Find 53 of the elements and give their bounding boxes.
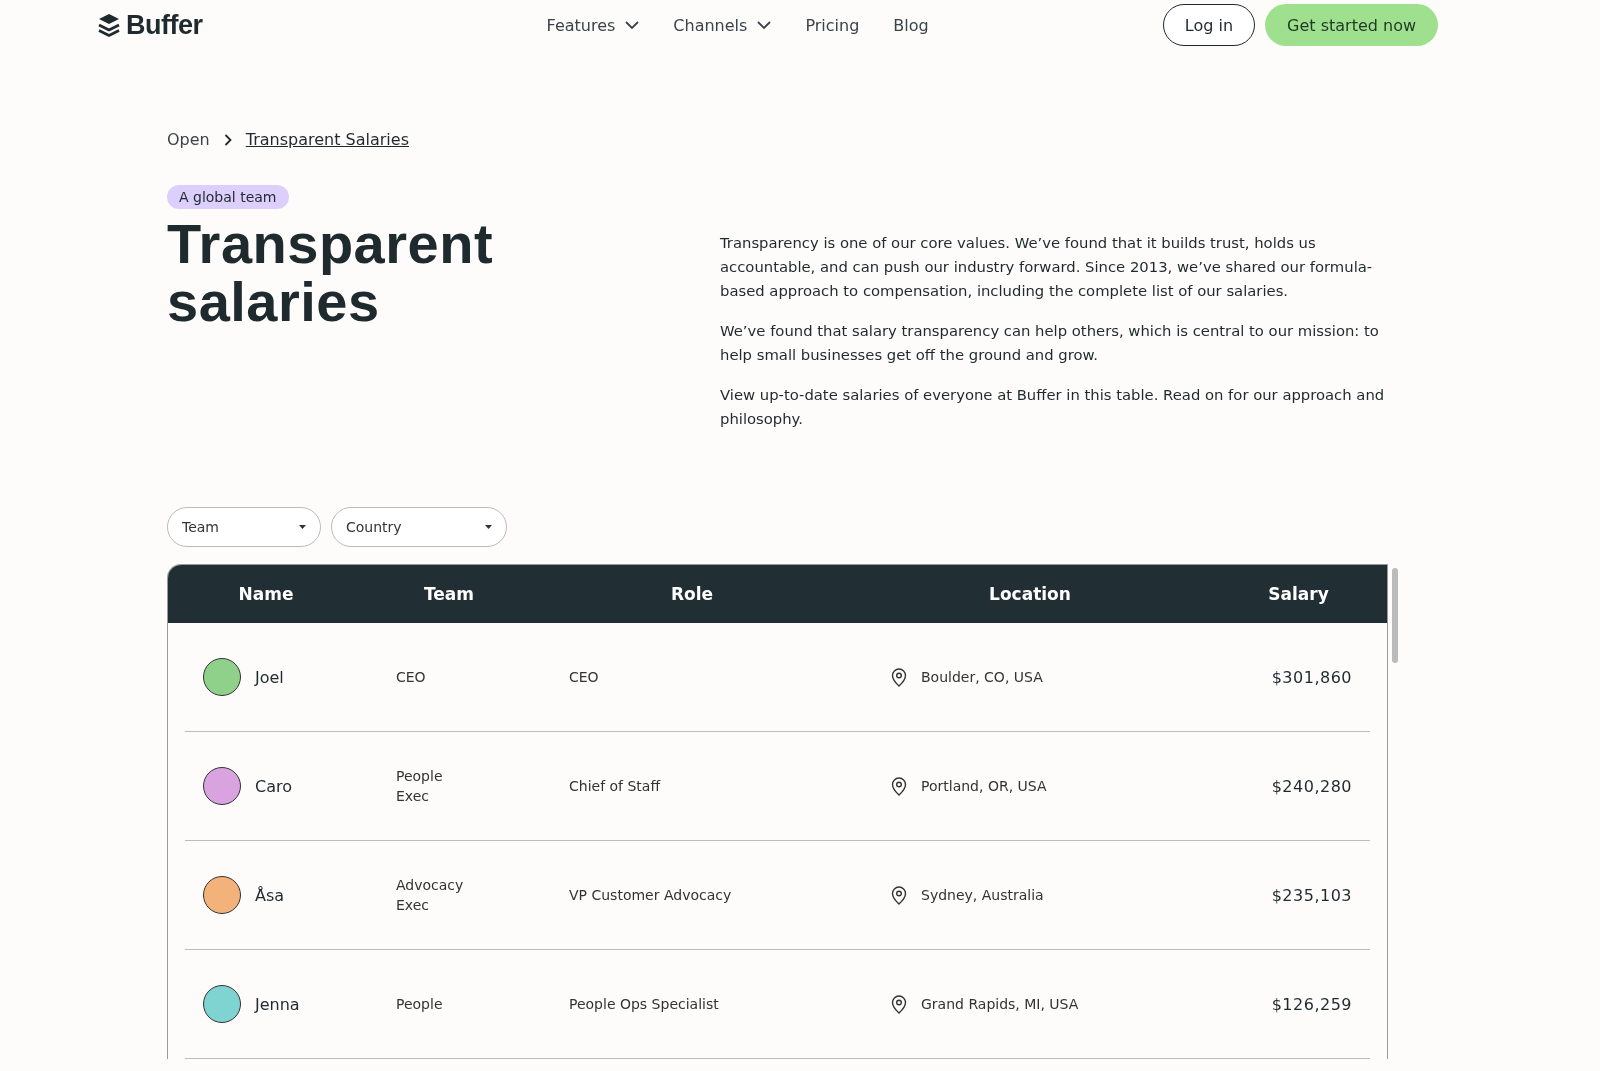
filter-dropdown[interactable]: Country [331,507,507,547]
chevron-down-icon [625,20,640,30]
chevron-down-icon [757,20,772,30]
breadcrumb-current-link[interactable]: Transparent Salaries [245,130,409,149]
scrollbar-thumb[interactable] [1392,568,1398,663]
stacked-layers-icon [98,13,120,37]
logo-text: Buffer [126,9,203,41]
name-cell: Caro [255,776,292,796]
location-pin-icon [891,776,907,796]
salary-cell-text: $301,860 [1270,667,1353,687]
name-cell: Joel [255,667,284,687]
role-cell-text: People Ops Specialist [569,995,720,1014]
filter-dropdown[interactable]: Team [167,507,321,547]
location-cell-text: Portland, OR, USA [921,777,1047,796]
intro-paragraph: View up-to-date salaries of everyone at Buffer in this table. Read on for our approach and philosophy. [720,385,1386,429]
name-cell: Åsa [255,885,285,905]
column-header: Salary [1267,584,1330,604]
location-pin-icon [891,994,907,1014]
role-cell-text: Chief of Staff [569,777,662,796]
nav-link[interactable]: Pricing [805,15,860,35]
location-pin-icon [891,885,907,905]
column-header: Name [237,584,295,604]
location-cell-text: Boulder, CO, USA [921,668,1043,687]
page-title: Transparent salaries [167,215,495,331]
intro-paragraph: We’ve found that salary transparency can help others, which is central to our mission: to help small businesses get off the ground and grow. [720,321,1380,365]
location-cell-text: Sydney, Australia [921,886,1044,905]
nav-link[interactable]: Channels [673,15,772,35]
team-cell-text: CEO [396,668,427,687]
tag-label: A global team [167,185,289,209]
role-cell-text: CEO [569,668,600,687]
chevron-right-icon [223,133,232,146]
salary-cell-text: $126,259 [1270,994,1353,1014]
intro-paragraph: Transparency is one of our core values. We’ve found that it builds trust, holds us accountable, and can push our industry forward. Since 2013, we’ve shared our formula-based approach to compensation, including the complete list of our salaries. [720,233,1374,301]
nav-link[interactable]: Features [546,15,640,35]
breadcrumb-link[interactable]: Open [167,130,210,149]
salary-cell-text: $240,280 [1270,776,1353,796]
location-cell-text: Grand Rapids, MI, USA [921,995,1079,1014]
nav-link[interactable]: Blog [893,15,929,35]
login-button[interactable]: Log in [1162,4,1256,46]
column-header: Role [669,584,715,604]
role-cell-text: VP Customer Advocacy [569,886,733,905]
salary-cell-text: $235,103 [1270,885,1353,905]
get-started-button[interactable]: Get started now [1265,4,1438,46]
column-header: Location [988,584,1072,604]
logo[interactable]: Buffer [98,9,203,41]
name-cell: Jenna [255,994,300,1014]
caret-icon [485,525,492,529]
location-pin-icon [891,667,907,687]
team-cell-text: People Exec [396,767,444,806]
caret-icon [299,525,306,529]
team-cell-text: People [396,995,444,1014]
column-header: Team [422,584,476,604]
team-cell-text: Advocacy Exec [396,876,465,915]
